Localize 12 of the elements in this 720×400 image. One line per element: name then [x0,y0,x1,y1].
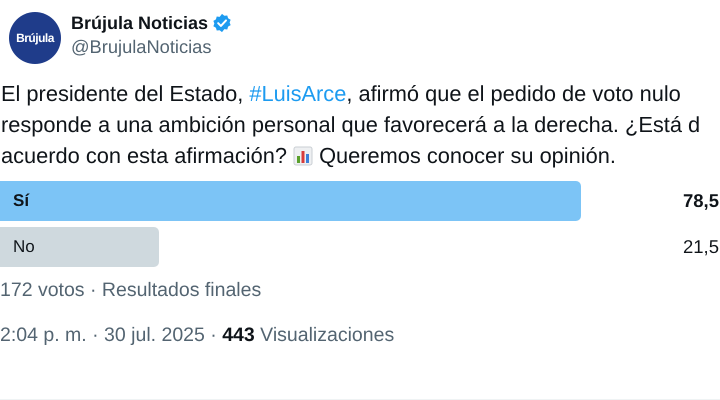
tweet-timestamp-views: 2:04 p. m. · 30 jul. 2025 · 443 Visualizaciones [0,324,396,347]
poll-percentage: 21,5 [682,236,720,258]
poll-option-label: Sí [12,191,30,211]
poll-percentage: 78,5 [682,190,720,212]
author-name[interactable]: Brújula Noticias [71,12,208,34]
poll-option-label: No [12,237,35,257]
avatar-logo-text: Brújula [16,31,54,45]
avatar[interactable]: Brújula [9,12,61,64]
author-handle[interactable]: @BrujulaNoticias [71,36,232,58]
bar-chart-icon [293,146,314,166]
tweet-text: El presidente del Estado, #LuisArce, afirmó que el pedido de voto nulo responde a una ambición personal que favorecerá a la derecha. ¿Está d acuerdo con esta afirmación? Queremos conocer su opinión. [0,80,702,170]
poll-summary: 172 votos · Resultados finales [0,279,262,302]
